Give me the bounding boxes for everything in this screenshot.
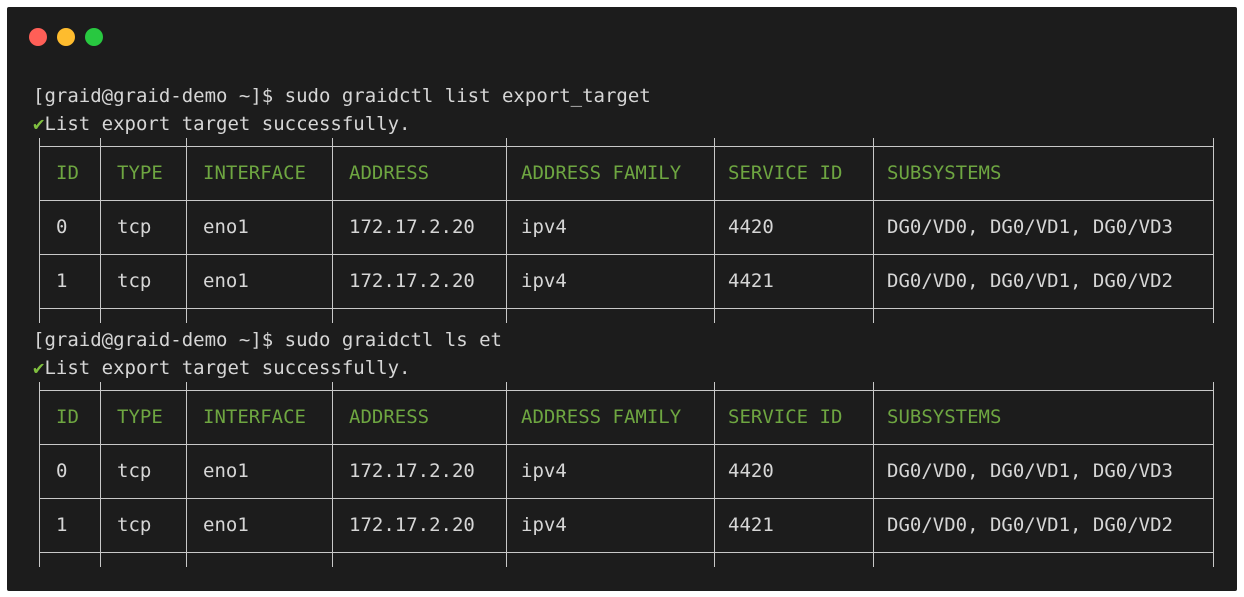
header-service-id: SERVICE ID [728, 162, 843, 184]
command-line-1: [graid@graid-demo ~]$ sudo graidctl list… [33, 85, 651, 107]
header-subsystems: SUBSYSTEMS [887, 406, 1002, 428]
table-column-divider [186, 138, 187, 323]
status-text: List export target successfully. [44, 357, 411, 379]
check-icon: ✔ [33, 357, 45, 379]
cell-address: 172.17.2.20 [349, 270, 475, 292]
table-column-divider [100, 138, 101, 323]
command-line-2: [graid@graid-demo ~]$ sudo graidctl ls e… [33, 329, 502, 351]
cell-subsystems: DG0/VD0, DG0/VD1, DG0/VD2 [887, 514, 1173, 536]
close-button[interactable] [29, 28, 47, 46]
table-column-divider [1213, 382, 1214, 567]
cell-id: 0 [56, 216, 68, 238]
export-target-table-1: ID TYPE INTERFACE ADDRESS ADDRESS FAMILY SERV… [33, 138, 1214, 323]
table-column-divider [39, 138, 40, 323]
table-rule [39, 254, 1213, 255]
header-type: TYPE [117, 406, 163, 428]
cell-type: tcp [117, 514, 152, 536]
table-column-divider [714, 138, 715, 323]
cell-service-id: 4420 [728, 460, 774, 482]
table-column-divider [186, 382, 187, 567]
cell-address-family: ipv4 [521, 270, 567, 292]
cell-type: tcp [117, 460, 152, 482]
cell-type: tcp [117, 216, 152, 238]
status-text: List export target successfully. [44, 113, 411, 135]
table-rule [39, 200, 1213, 201]
cell-address-family: ipv4 [521, 460, 567, 482]
export-target-table-2: ID TYPE INTERFACE ADDRESS ADDRESS FAMILY SERV… [33, 382, 1214, 567]
terminal-window: [graid@graid-demo ~]$ sudo graidctl list… [7, 7, 1237, 591]
cell-subsystems: DG0/VD0, DG0/VD1, DG0/VD3 [887, 460, 1173, 482]
header-address-family: ADDRESS FAMILY [521, 406, 682, 428]
table-column-divider [714, 382, 715, 567]
cell-type: tcp [117, 270, 152, 292]
cell-id: 1 [56, 514, 68, 536]
table-column-divider [873, 138, 874, 323]
cell-interface: eno1 [203, 216, 249, 238]
minimize-button[interactable] [57, 28, 75, 46]
maximize-button[interactable] [85, 28, 103, 46]
status-line-1: ✔List export target successfully. [33, 112, 411, 136]
cell-service-id: 4421 [728, 270, 774, 292]
table-column-divider [1213, 138, 1214, 323]
status-line-2: ✔List export target successfully. [33, 356, 411, 380]
cell-subsystems: DG0/VD0, DG0/VD1, DG0/VD3 [887, 216, 1173, 238]
cell-interface: eno1 [203, 270, 249, 292]
cell-interface: eno1 [203, 460, 249, 482]
header-address: ADDRESS [349, 406, 430, 428]
header-subsystems: SUBSYSTEMS [887, 162, 1002, 184]
window-controls [29, 28, 103, 46]
header-service-id: SERVICE ID [728, 406, 843, 428]
check-icon: ✔ [33, 113, 45, 135]
cell-subsystems: DG0/VD0, DG0/VD1, DG0/VD2 [887, 270, 1173, 292]
cell-interface: eno1 [203, 514, 249, 536]
table-rule [39, 498, 1213, 499]
table-column-divider [506, 138, 507, 323]
header-address-family: ADDRESS FAMILY [521, 162, 682, 184]
cell-address: 172.17.2.20 [349, 514, 475, 536]
table-column-divider [506, 382, 507, 567]
table-column-divider [332, 138, 333, 323]
cell-address-family: ipv4 [521, 514, 567, 536]
cell-service-id: 4421 [728, 514, 774, 536]
cell-address-family: ipv4 [521, 216, 567, 238]
table-rule [39, 390, 1213, 391]
table-rule [39, 552, 1213, 553]
cell-id: 1 [56, 270, 68, 292]
cell-address: 172.17.2.20 [349, 216, 475, 238]
table-rule [39, 146, 1213, 147]
header-interface: INTERFACE [203, 162, 306, 184]
header-interface: INTERFACE [203, 406, 306, 428]
header-id: ID [56, 162, 79, 184]
cell-id: 0 [56, 460, 68, 482]
table-column-divider [873, 382, 874, 567]
cell-address: 172.17.2.20 [349, 460, 475, 482]
cell-service-id: 4420 [728, 216, 774, 238]
table-column-divider [100, 382, 101, 567]
header-type: TYPE [117, 162, 163, 184]
table-rule [39, 308, 1213, 309]
table-column-divider [332, 382, 333, 567]
table-rule [39, 444, 1213, 445]
header-address: ADDRESS [349, 162, 430, 184]
header-id: ID [56, 406, 79, 428]
table-column-divider [39, 382, 40, 567]
